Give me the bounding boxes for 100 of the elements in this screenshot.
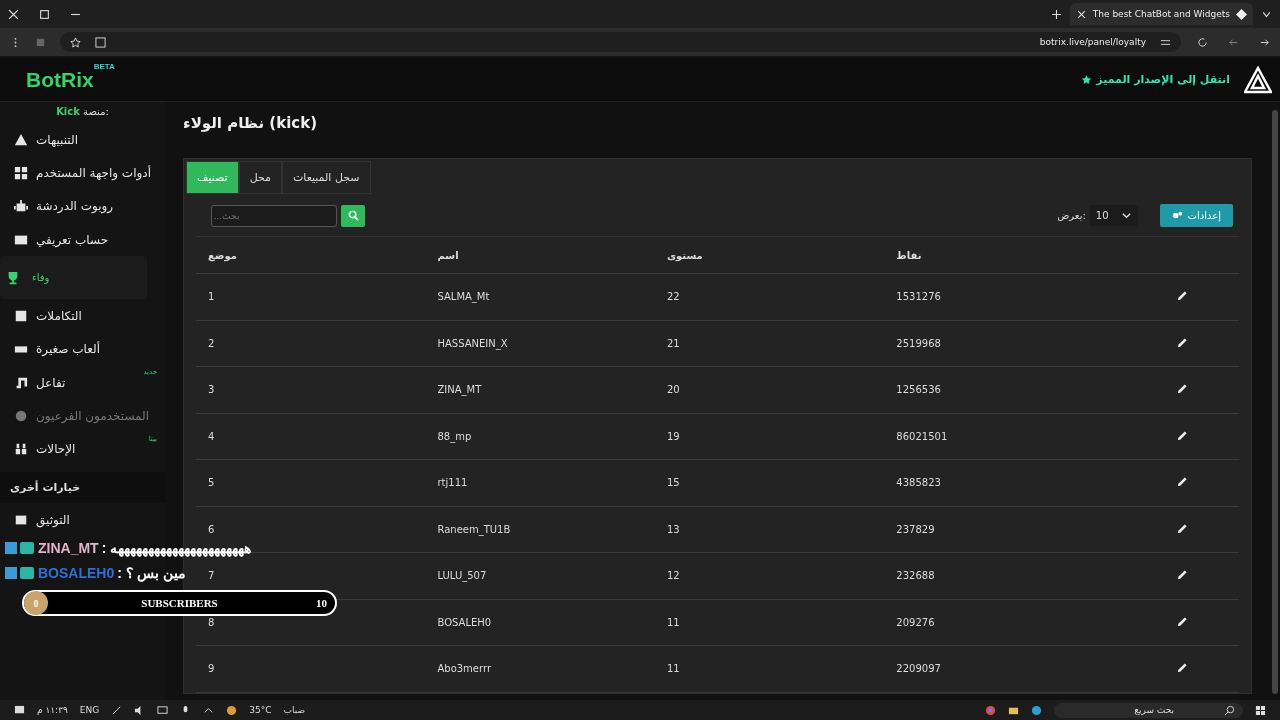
sidebar-item[interactable]: أدوات واجهة المستخدم <box>0 156 165 190</box>
table-cell: 4385823 <box>884 459 1114 506</box>
table-cell: 1256536 <box>884 366 1114 413</box>
search-icon <box>347 210 359 221</box>
pencil-icon[interactable] <box>1176 290 1188 302</box>
table-cell: 9 <box>196 645 426 692</box>
table-cell: 86021501 <box>884 413 1114 460</box>
table-cell: 1531276 <box>884 273 1114 320</box>
goal-target: 10 <box>316 597 327 609</box>
robot-icon <box>14 199 28 214</box>
table-cell: rtj111 <box>425 459 655 506</box>
table-cell: 88_mp <box>425 413 655 460</box>
tab[interactable]: محل <box>238 161 282 194</box>
table-cell: HASSANEIN_X <box>425 320 655 367</box>
trophy-icon <box>6 270 20 285</box>
weather-condition[interactable]: ضباب <box>283 705 306 715</box>
table-cell: 2519968 <box>884 320 1114 367</box>
page-title: نظام الولاء (kick) <box>183 114 319 132</box>
reload-icon[interactable] <box>1197 36 1208 48</box>
table-cell: 5 <box>196 459 426 506</box>
table-cell: SALMA_Mt <box>425 273 655 320</box>
chevron-down-icon <box>1120 210 1132 221</box>
star-icon <box>1081 74 1093 85</box>
sidebar-item[interactable]: التكاملات <box>0 299 165 333</box>
pencil-icon[interactable] <box>1176 569 1188 581</box>
platform-label: منصة: <box>83 106 109 117</box>
triangle-logo-icon <box>1244 65 1272 94</box>
browser-tab[interactable]: The best ChatBot and Widgets <box>1069 3 1253 25</box>
clock[interactable]: ١١:٣٩ م <box>37 705 68 715</box>
table-cell: 2209097 <box>884 645 1114 692</box>
taskbar-search[interactable]: بحث سريع <box>1054 702 1243 718</box>
table-cell: 19 <box>654 413 885 460</box>
column-header: نقاط <box>884 237 1114 274</box>
premium-link[interactable]: انتقل إلى الإصدار المميز <box>1096 73 1230 86</box>
widgets-icon <box>14 165 28 180</box>
restore-icon[interactable] <box>39 8 50 20</box>
table-cell: 4 <box>196 413 426 460</box>
windows-icon[interactable] <box>1255 704 1266 716</box>
address-bar[interactable]: botrix.live/panel/loyalty <box>60 32 1181 52</box>
search-icon <box>1224 704 1235 716</box>
table-cell: 21 <box>654 320 885 367</box>
column-header: اسم <box>425 237 655 274</box>
monitor-icon[interactable] <box>157 704 169 716</box>
alert-icon <box>14 132 28 147</box>
table-cell: 2 <box>196 320 426 367</box>
table-cell: BOSALEH0 <box>425 599 655 646</box>
diamond-icon <box>1236 8 1247 20</box>
table-cell: 209276 <box>884 599 1114 646</box>
table-cell: LULU_507 <box>425 552 655 599</box>
scrollbar[interactable] <box>1272 110 1278 694</box>
table-cell: Raneem_TU1B <box>425 506 655 553</box>
temperature[interactable]: 35°C <box>249 705 272 715</box>
table-cell: 11 <box>654 599 885 646</box>
table-cell: 232688 <box>884 552 1114 599</box>
column-header: موضع <box>196 237 426 274</box>
sidebar-item[interactable]: وفاء <box>0 256 147 300</box>
chat-username: ZINA_MT <box>38 540 99 556</box>
close-icon[interactable] <box>1075 8 1087 20</box>
goal-progress-knob: 0 <box>24 591 48 615</box>
beta-label: BETA <box>93 61 115 71</box>
table-cell: 12 <box>654 552 885 599</box>
table-cell: 22 <box>654 273 885 320</box>
table-cell: 20 <box>654 366 885 413</box>
pencil-icon[interactable] <box>1176 429 1188 441</box>
star-icon[interactable] <box>70 36 81 48</box>
pencil-icon[interactable] <box>1176 476 1188 488</box>
table-cell: 13 <box>654 506 885 553</box>
section-title: خيارات أخرى <box>0 471 165 503</box>
pencil-icon[interactable] <box>1176 522 1188 534</box>
close-icon[interactable] <box>8 8 19 20</box>
music-icon <box>14 375 28 390</box>
table-cell: 237829 <box>884 506 1114 553</box>
sidebar-item[interactable]: روبوت الدردشة <box>0 189 165 223</box>
pencil-icon[interactable] <box>1176 662 1188 674</box>
search-field[interactable]: بحث... <box>211 204 337 227</box>
users-icon <box>14 442 28 457</box>
tab[interactable]: سجل المبيعات <box>281 161 371 194</box>
page-size-select[interactable]: 10 <box>1089 205 1138 226</box>
chat-message: : مين بس ؟ <box>117 565 186 581</box>
new-tab-icon[interactable] <box>1050 8 1062 20</box>
table-cell: 1 <box>196 273 426 320</box>
search-button[interactable] <box>341 204 365 227</box>
table-cell: 15 <box>654 459 885 506</box>
chat-username: BOSALEH0 <box>38 565 115 581</box>
page-size-label: يعرض: <box>1057 210 1086 221</box>
table-cell: 3 <box>196 366 426 413</box>
sidebar-item[interactable]: التوثيق <box>0 502 165 537</box>
pencil-icon[interactable] <box>1176 336 1188 348</box>
table-cell: 11 <box>654 645 885 692</box>
badge-icon <box>5 541 35 555</box>
badge-icon <box>5 566 35 580</box>
sidebar-item[interactable]: ألعاب صغيرة <box>0 332 165 367</box>
table-cell: ZINA_MT <box>425 366 655 413</box>
sidebar-item[interactable]: حساب تعريفي <box>0 222 165 257</box>
pencil-icon[interactable] <box>1176 615 1188 627</box>
sidebar-item[interactable]: التنبيهات <box>0 123 165 157</box>
language-indicator[interactable]: ENG <box>79 705 100 715</box>
table-cell: Abo3merrr <box>425 645 655 692</box>
column-header: مستوى <box>654 237 885 274</box>
pencil-icon[interactable] <box>1176 383 1188 395</box>
